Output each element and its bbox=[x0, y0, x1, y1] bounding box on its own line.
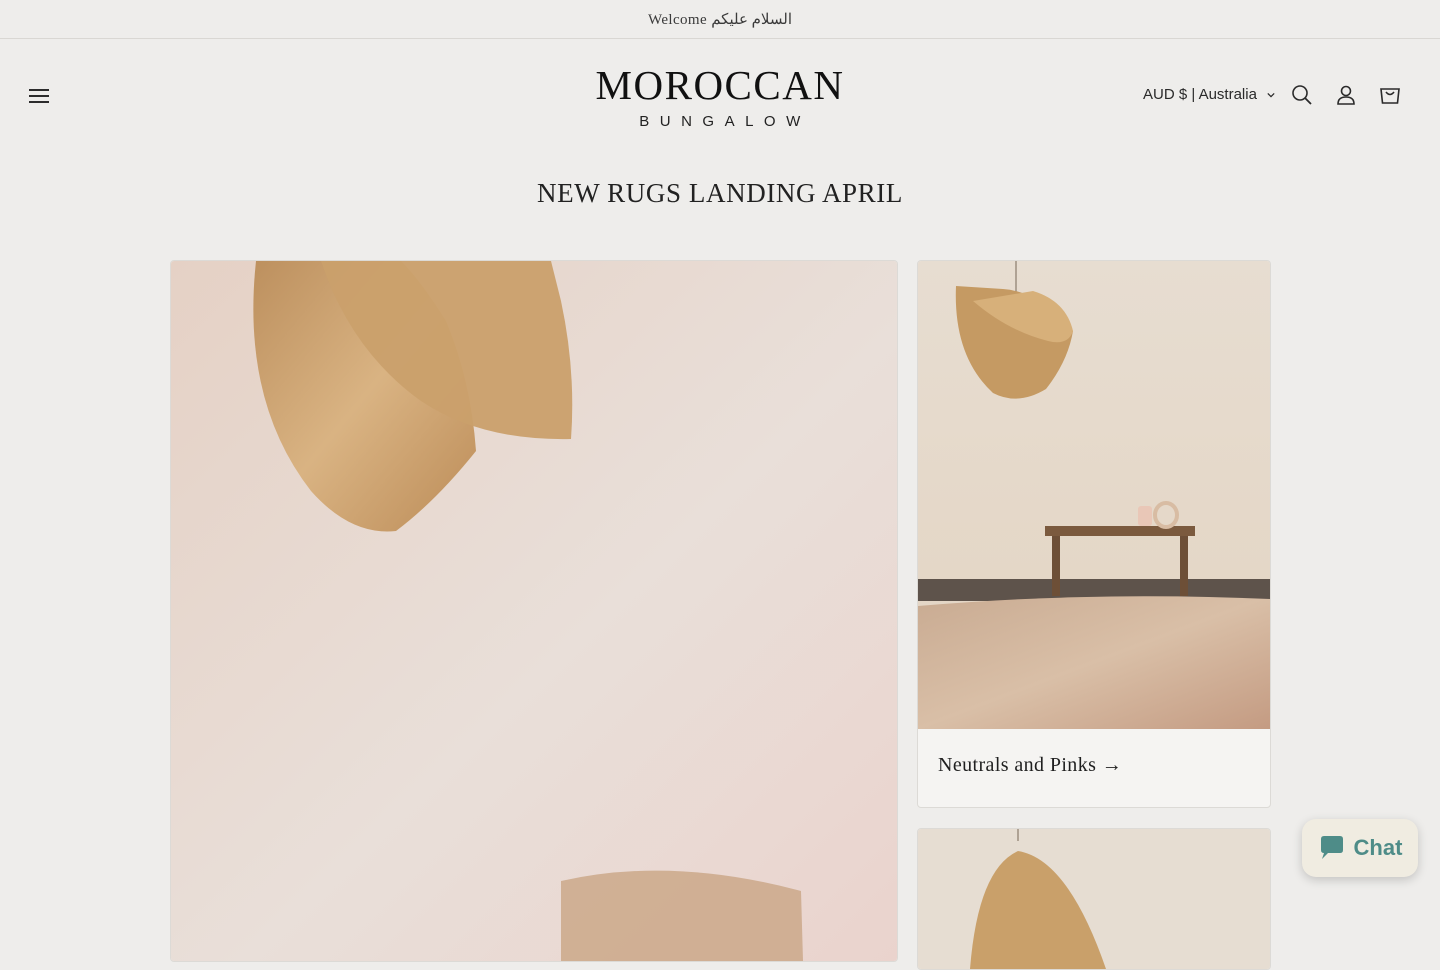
cart-icon[interactable] bbox=[1379, 84, 1401, 106]
collection-link-neutrals-pinks[interactable]: Neutrals and Pinks → bbox=[938, 754, 1122, 777]
currency-selector[interactable]: AUD $ | Australia bbox=[1143, 86, 1275, 103]
hamburger-menu-icon[interactable] bbox=[29, 85, 55, 107]
currency-label: AUD $ | Australia bbox=[1143, 86, 1257, 103]
featured-collection-image bbox=[171, 261, 897, 961]
chat-button[interactable]: Chat bbox=[1302, 819, 1418, 877]
announcement-text: Welcome السلام عليكم bbox=[647, 11, 793, 28]
collection-card-featured[interactable] bbox=[170, 260, 898, 962]
account-icon[interactable] bbox=[1335, 84, 1357, 106]
site-logo[interactable]: MOROCCAN BUNGALOW bbox=[570, 63, 870, 130]
announcement-bar: Welcome السلام عليكم bbox=[0, 0, 1440, 39]
collection-card-next[interactable] bbox=[917, 828, 1271, 970]
section-title: NEW RUGS LANDING APRIL bbox=[537, 178, 903, 208]
search-icon[interactable] bbox=[1291, 84, 1313, 106]
chat-bubble-icon bbox=[1320, 836, 1343, 859]
neutrals-pinks-collection-image bbox=[918, 261, 1270, 729]
collection-card-neutrals-pinks[interactable]: Neutrals and Pinks → bbox=[917, 260, 1271, 808]
logo-sub-text: BUNGALOW bbox=[639, 113, 811, 130]
chat-label: Chat bbox=[1353, 835, 1403, 860]
logo-main-text: MOROCCAN bbox=[595, 62, 845, 108]
next-collection-image bbox=[918, 829, 1270, 969]
chevron-down-icon bbox=[1267, 92, 1275, 97]
site-header: MOROCCAN BUNGALOW AUD $ | Australia bbox=[0, 39, 1440, 154]
